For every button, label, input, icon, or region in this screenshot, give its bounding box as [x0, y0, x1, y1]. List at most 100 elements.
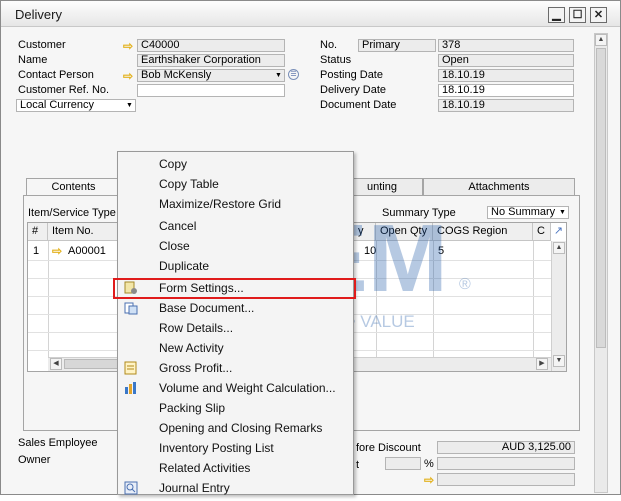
- menu-item-label: Packing Slip: [159, 401, 226, 415]
- column-header-c[interactable]: C: [533, 223, 551, 241]
- menu-item-label: Gross Profit...: [159, 361, 233, 375]
- customer-ref-field[interactable]: [137, 84, 285, 97]
- owner-label: Owner: [18, 454, 51, 466]
- item-link-arrow-icon[interactable]: ⇨: [52, 245, 66, 257]
- context-menu: Copy Copy Table Maximize/Restore Grid Ca…: [117, 151, 354, 495]
- delivery-date-label: Delivery Date: [320, 84, 387, 96]
- column-header-hash[interactable]: #: [28, 223, 48, 241]
- scroll-right-icon[interactable]: ▶: [536, 358, 548, 370]
- contact-person-value: Bob McKensly: [141, 69, 212, 81]
- contact-person-field[interactable]: Bob McKensly ▼: [137, 69, 285, 82]
- scroll-left-icon[interactable]: ◀: [50, 358, 62, 370]
- name-label: Name: [18, 54, 48, 66]
- currency-select[interactable]: Local Currency ▼: [16, 99, 136, 112]
- tab-attachments[interactable]: Attachments: [423, 178, 575, 196]
- before-discount-field[interactable]: AUD 3,125.00: [437, 441, 575, 454]
- percent-sign: %: [424, 458, 434, 470]
- chevron-down-icon[interactable]: ▼: [125, 101, 134, 110]
- window-vertical-scrollbar[interactable]: ▲: [594, 33, 608, 493]
- summary-type-value: No Summary: [491, 206, 556, 218]
- document-date-label: Document Date: [320, 99, 397, 111]
- menu-item-opening-closing-remarks[interactable]: Opening and Closing Remarks: [118, 418, 353, 438]
- menu-item-label: Journal Entry: [159, 481, 230, 495]
- menu-item-label: Copy: [159, 157, 188, 171]
- name-field[interactable]: Earthshaker Corporation: [137, 54, 285, 67]
- scroll-thumb[interactable]: [64, 359, 124, 369]
- menu-item-packing-slip[interactable]: Packing Slip: [118, 398, 353, 418]
- row-quantity: 10: [364, 245, 377, 257]
- column-header-open-qty[interactable]: Open Qty: [376, 223, 433, 241]
- maximize-button[interactable]: ☐: [569, 7, 586, 23]
- summary-type-select[interactable]: No Summary ▼: [487, 206, 569, 219]
- summary-type-label: Summary Type: [382, 207, 456, 219]
- discount-percent-field[interactable]: [385, 457, 421, 470]
- tab-accounting-label: unting: [367, 181, 397, 193]
- menu-item-duplicate[interactable]: Duplicate: [118, 256, 353, 276]
- menu-item-label: New Activity: [159, 341, 224, 355]
- no-label: No.: [320, 39, 338, 51]
- scroll-up-icon[interactable]: ▲: [595, 34, 607, 46]
- journal-entry-icon: [124, 481, 138, 495]
- menu-item-volume-weight-calculation[interactable]: Volume and Weight Calculation...: [118, 378, 353, 398]
- menu-item-journal-entry[interactable]: Journal Entry: [118, 478, 353, 498]
- posting-date-field[interactable]: 18.10.19: [438, 69, 574, 82]
- close-button[interactable]: ✕: [590, 7, 607, 23]
- item-type-label: Item/Service Type: [28, 207, 116, 219]
- menu-item-copy[interactable]: Copy: [118, 154, 353, 174]
- menu-item-gross-profit[interactable]: Gross Profit...: [118, 358, 353, 378]
- menu-item-label: Inventory Posting List: [159, 441, 274, 455]
- document-date-field[interactable]: 18.10.19: [438, 99, 574, 112]
- menu-item-label: Volume and Weight Calculation...: [159, 381, 336, 395]
- tab-attachments-label: Attachments: [468, 181, 530, 193]
- document-number-field[interactable]: 378: [438, 39, 574, 52]
- base-document-icon: [124, 301, 138, 315]
- freight-field[interactable]: [437, 473, 575, 486]
- menu-item-related-activities[interactable]: Related Activities: [118, 458, 353, 478]
- customer-link-arrow-icon[interactable]: ⇨: [123, 40, 137, 52]
- currency-value: Local Currency: [20, 99, 94, 111]
- menu-item-label: Cancel: [159, 219, 197, 233]
- expand-grid-icon[interactable]: ↗: [552, 224, 565, 239]
- menu-item-close[interactable]: Close: [118, 236, 353, 256]
- series-select[interactable]: Primary: [358, 39, 436, 52]
- scroll-thumb[interactable]: [596, 48, 606, 348]
- column-header-item-no[interactable]: Item No.: [48, 223, 128, 241]
- row-open-qty: 5: [438, 245, 445, 257]
- minimize-button[interactable]: ▁: [548, 7, 565, 23]
- row-number: 1: [33, 245, 40, 257]
- menu-item-label: Related Activities: [159, 461, 251, 475]
- menu-item-row-details[interactable]: Row Details...: [118, 318, 353, 338]
- menu-item-label: Opening and Closing Remarks: [159, 421, 323, 435]
- scroll-down-icon[interactable]: ▼: [553, 355, 565, 367]
- menu-item-inventory-posting-list[interactable]: Inventory Posting List: [118, 438, 353, 458]
- menu-item-base-document[interactable]: Base Document...: [118, 298, 353, 318]
- status-label: Status: [320, 54, 352, 66]
- chevron-down-icon[interactable]: ▼: [274, 71, 283, 80]
- menu-item-maximize-restore-grid[interactable]: Maximize/Restore Grid: [118, 194, 353, 214]
- contact-details-icon[interactable]: ☰: [288, 69, 299, 80]
- menu-item-label: Maximize/Restore Grid: [159, 197, 282, 211]
- discount-amount-field[interactable]: [437, 457, 575, 470]
- chevron-down-icon[interactable]: ▼: [558, 208, 567, 217]
- menu-item-copy-table[interactable]: Copy Table: [118, 174, 353, 194]
- posting-date-label: Posting Date: [320, 69, 383, 81]
- grid-vertical-scrollbar[interactable]: ▲ ▼: [551, 241, 566, 371]
- menu-item-label: Base Document...: [159, 301, 255, 315]
- scroll-up-icon[interactable]: ▲: [553, 242, 565, 254]
- menu-item-label: Close: [159, 239, 190, 253]
- status-field[interactable]: Open: [438, 54, 574, 67]
- menu-item-new-activity[interactable]: New Activity: [118, 338, 353, 358]
- column-header-quantity[interactable]: y: [354, 223, 376, 241]
- freight-link-arrow-icon[interactable]: ⇨: [424, 474, 438, 486]
- contact-person-label: Contact Person: [18, 69, 94, 81]
- customer-field[interactable]: C40000: [137, 39, 285, 52]
- column-header-cogs-region[interactable]: COGS Region: [433, 223, 533, 241]
- title-bar[interactable]: Delivery ▁ ☐ ✕: [1, 1, 620, 27]
- row-item-no: A00001: [68, 245, 106, 257]
- before-discount-label: fore Discount: [356, 442, 421, 454]
- contact-link-arrow-icon[interactable]: ⇨: [123, 70, 137, 82]
- menu-item-cancel[interactable]: Cancel: [118, 216, 353, 236]
- sales-employee-label: Sales Employee: [18, 437, 98, 449]
- discount-label-fragment: t: [356, 459, 360, 471]
- delivery-date-field[interactable]: 18.10.19: [438, 84, 574, 97]
